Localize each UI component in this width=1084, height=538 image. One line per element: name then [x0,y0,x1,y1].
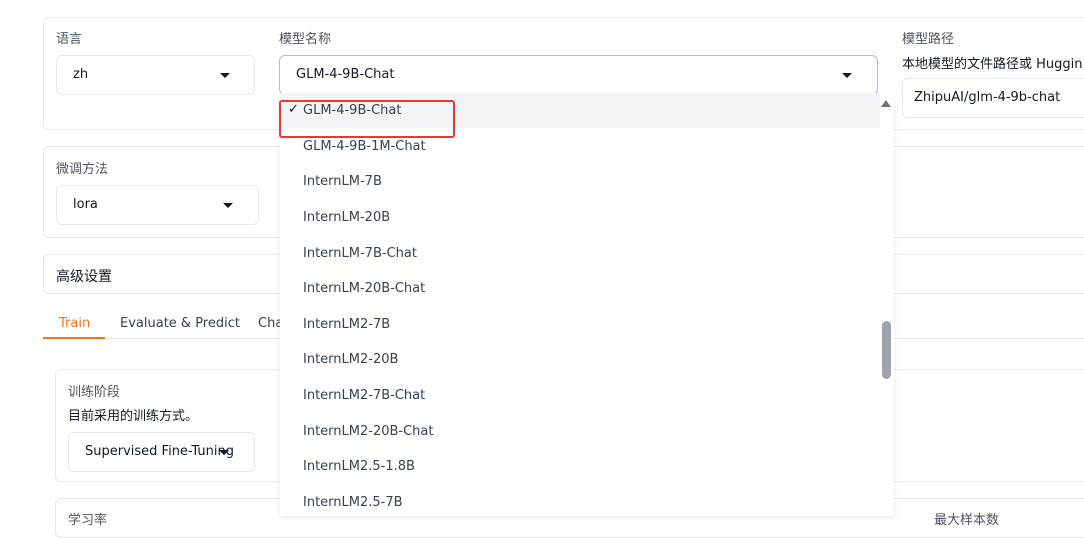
language-value: zh [73,67,89,82]
train-stage-select[interactable]: Supervised Fine-Tuning [68,432,255,472]
learning-rate-label: 学习率 [68,513,108,528]
chevron-down-icon [842,73,852,78]
scroll-up-arrow-icon[interactable] [881,100,891,107]
max-samples-label: 最大样本数 [934,513,1000,528]
dropdown-option[interactable]: InternLM2.5-7B [280,485,880,516]
dropdown-option[interactable]: InternLM2-20B-Chat [280,414,880,449]
dropdown-option[interactable]: InternLM-7B-Chat [280,236,880,271]
finetune-value: lora [73,197,98,212]
model-name-label: 模型名称 [279,32,332,47]
chevron-down-icon [220,73,230,78]
tab-train-underline [43,337,105,339]
model-path-input[interactable]: ZhipuAI/glm-4-9b-chat [902,78,1084,118]
finetune-select[interactable]: lora [56,185,259,225]
model-path-value: ZhipuAI/glm-4-9b-chat [914,90,1061,105]
dropdown-option[interactable]: InternLM-7B [280,164,880,199]
model-path-info: 本地模型的文件路径或 Huggin [902,57,1083,72]
model-name-dropdown-list[interactable]: ✓ GLM-4-9B-Chat GLM-4-9B-1M-Chat InternL… [280,93,894,516]
language-label: 语言 [56,32,83,47]
dropdown-option[interactable]: InternLM2-7B [280,307,880,342]
dropdown-option[interactable]: InternLM2-20B [280,342,880,377]
advanced-settings-label: 高级设置 [56,269,112,285]
model-name-select[interactable]: GLM-4-9B-Chat [279,55,878,95]
dropdown-option[interactable]: InternLM-20B [280,200,880,235]
dropdown-scrollbar-thumb[interactable] [882,321,891,379]
finetune-label: 微调方法 [56,162,109,177]
language-select[interactable]: zh [56,55,255,95]
dropdown-option[interactable]: InternLM2-7B-Chat [280,378,880,413]
tab-evaluate-predict[interactable]: Evaluate & Predict [120,316,240,331]
model-path-label: 模型路径 [902,32,955,47]
model-name-value: GLM-4-9B-Chat [296,67,395,82]
train-stage-value: Supervised Fine-Tuning [85,444,234,459]
chevron-down-icon [223,203,233,208]
dropdown-option[interactable]: InternLM-20B-Chat [280,271,880,306]
train-stage-label: 训练阶段 [68,385,121,400]
tab-train[interactable]: Train [59,316,90,331]
train-stage-info: 目前采用的训练方式。 [68,409,199,424]
dropdown-option[interactable]: InternLM2.5-1.8B [280,449,880,484]
chevron-down-icon [219,450,229,455]
selection-highlight-box [279,100,455,138]
